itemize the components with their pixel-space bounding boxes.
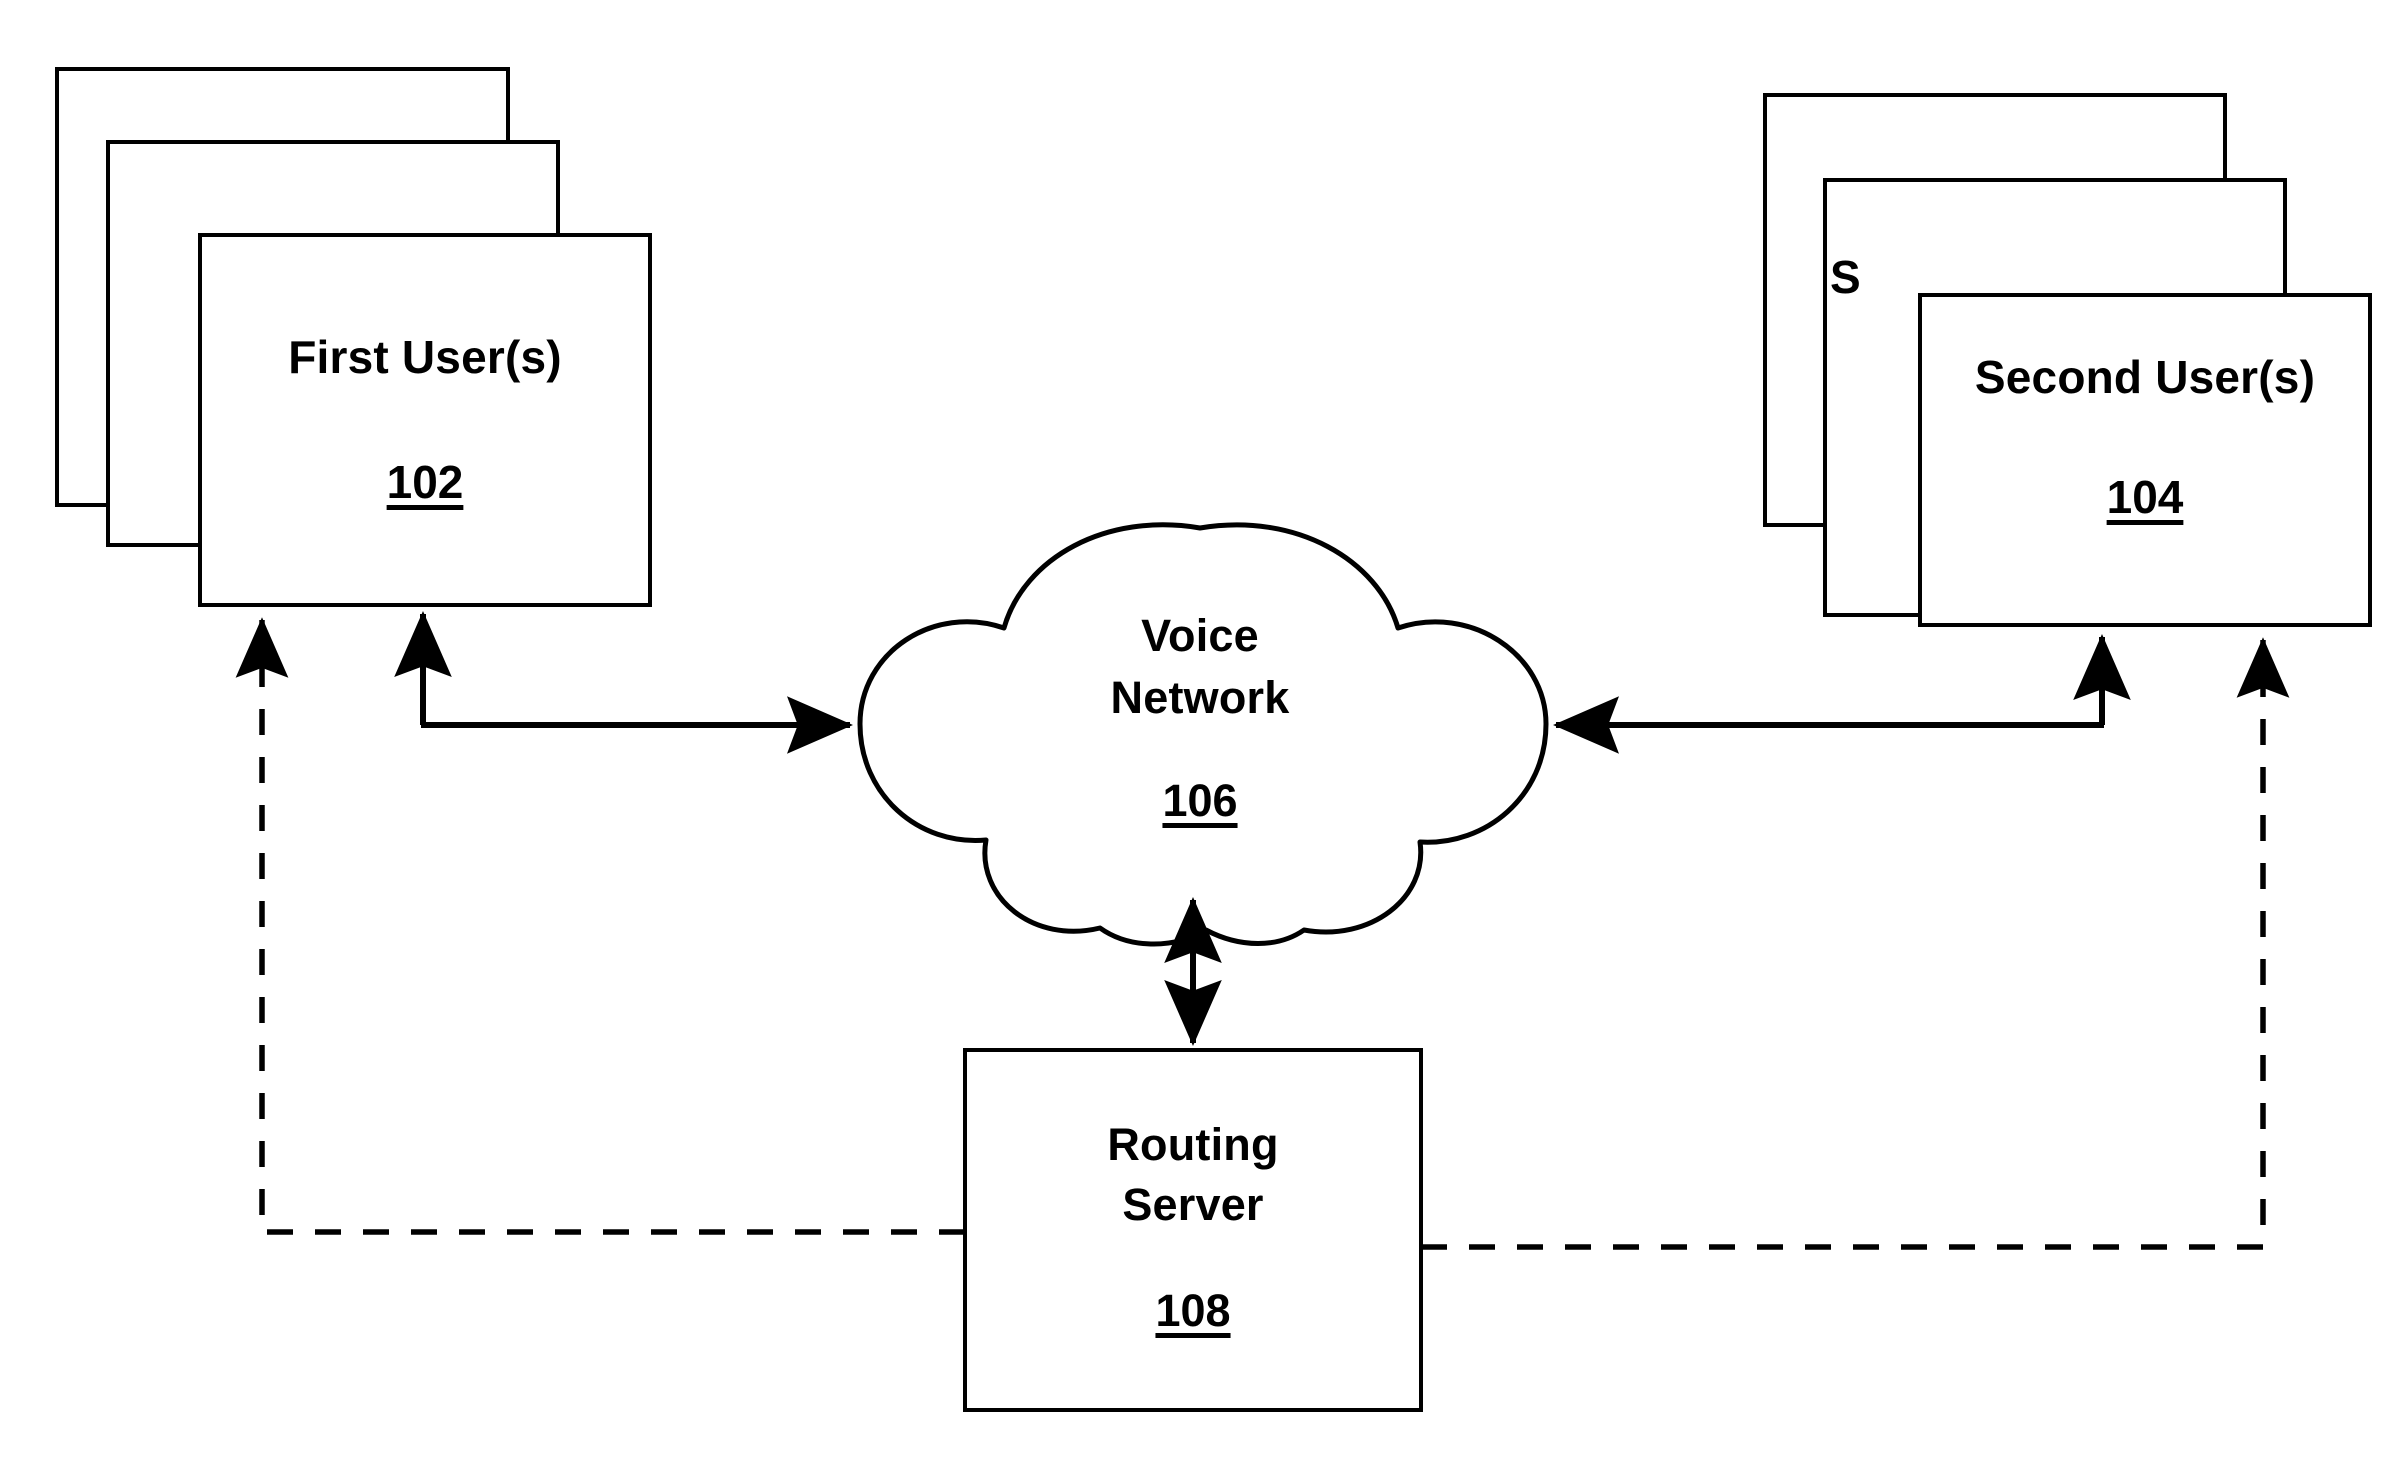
first-user-stack[interactable] <box>55 67 652 607</box>
first-user-title: First User(s) <box>288 331 562 383</box>
second-user-box-middle <box>1823 178 2287 617</box>
second-user-reference-number: 104 <box>2106 471 2184 523</box>
connector-routing-server-first-user <box>235 617 965 1235</box>
first-user-box-back <box>55 67 510 507</box>
second-user-box-back <box>1763 93 2227 527</box>
voice-network-reference-number: 106 <box>1162 775 1238 826</box>
routing-server-box[interactable] <box>963 1048 1423 1412</box>
patent-figure: First User (dashed) ======= --> Second U… <box>0 0 2404 1459</box>
second-user-title: Second User(s) <box>1974 351 2316 403</box>
first-user-reference-number: 102 <box>386 456 464 508</box>
second-user-box-front[interactable] <box>1918 293 2372 627</box>
diagram-canvas: First User (dashed) ======= --> Second U… <box>55 67 2372 1412</box>
routing-server-box-group[interactable] <box>963 1048 1423 1412</box>
second-user-stack[interactable] <box>1763 93 2372 627</box>
first-user-box-middle <box>106 140 560 547</box>
connector-routing-server-second-user <box>1421 637 2290 1250</box>
first-user-box-front[interactable] <box>198 233 652 607</box>
second-user-ghost-title: S <box>1830 251 1861 303</box>
connector-first-user-voice-network <box>394 611 853 754</box>
routing-server-title: Routing Server <box>1107 1119 1279 1230</box>
voice-network-cloud[interactable] <box>857 522 1549 947</box>
connector-second-user-voice-network <box>1553 634 2131 754</box>
routing-server-first-user-dashed <box>235 617 965 1235</box>
routing-server-second-user-dashed <box>1421 637 2290 1250</box>
voice-network-title: Voice Network <box>1110 610 1290 723</box>
cloud-outline <box>857 522 1549 947</box>
routing-server-reference-number: 108 <box>1155 1285 1231 1336</box>
